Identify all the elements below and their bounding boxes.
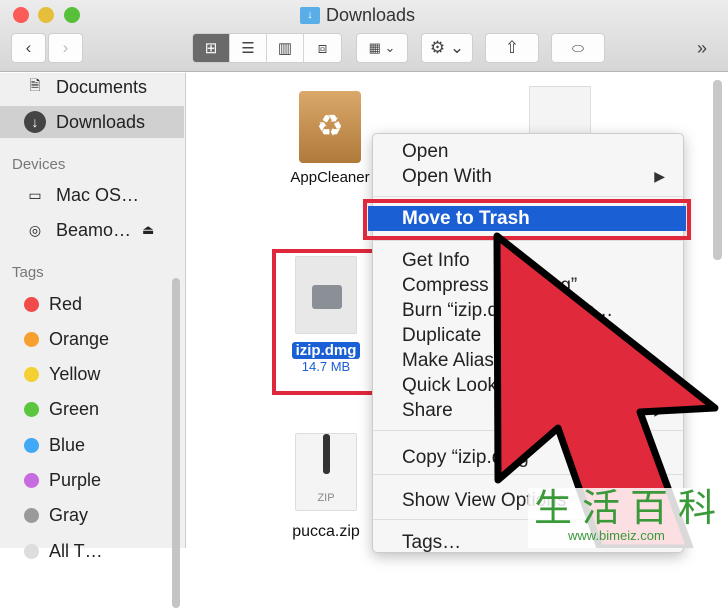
watermark: 生活百科 www.bimeiz.com <box>528 488 728 548</box>
pointer-arrow-annotation <box>493 232 719 548</box>
